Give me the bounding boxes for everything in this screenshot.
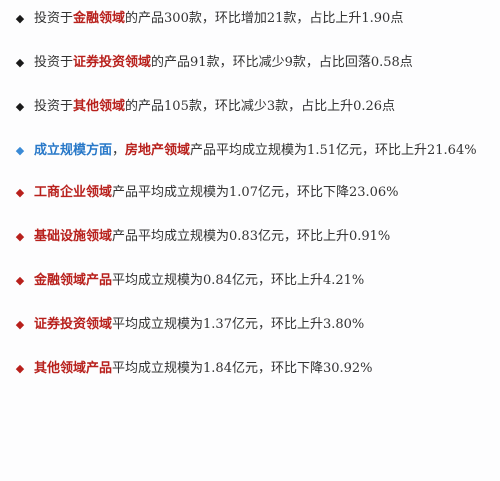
list-item: ◆ 成立规模方面，房地产领域产品平均成立规模为1.51亿元，环比上升21.64% [16,140,492,162]
document-page: ◆ 投资于金融领域的产品300款，环比增加21款，占比上升1.90点 ◆ 投资于… [0,0,500,481]
item-prefix: 投资于 [34,99,74,114]
item-highlight: 金融领域产品 [34,273,113,288]
list-item: ◆ 工商企业领域产品平均成立规模为1.07亿元，环比下降23.06% [16,182,492,204]
black-diamond-icon: ◆ [15,56,25,69]
list-item: ◆ 其他领域产品平均成立规模为1.84亿元，环比下降30.92% [16,358,492,380]
red-diamond-icon: ◆ [15,274,25,287]
red-diamond-icon: ◆ [15,362,25,375]
item-text: 平均成立规模为1.84亿元，环比下降30.92% [112,361,373,376]
red-diamond-icon: ◆ [15,186,25,199]
item-highlight: 证券投资领域 [34,317,113,332]
item-text: 平均成立规模为1.37亿元，环比上升3.80% [112,317,365,332]
item-text: 的产品105款，环比减少3款，占比上升0.26点 [125,99,396,114]
blue-diamond-icon: ◆ [15,144,25,157]
item-separator: ， [112,143,126,158]
list-item: ◆ 投资于其他领域的产品105款，环比减少3款，占比上升0.26点 [16,96,492,118]
list-item: ◆ 投资于金融领域的产品300款，环比增加21款，占比上升1.90点 [16,8,492,30]
black-diamond-icon: ◆ [15,100,25,113]
list-item: ◆ 证券投资领域平均成立规模为1.37亿元，环比上升3.80% [16,314,492,336]
list-item: ◆ 投资于证券投资领域的产品91款，环比减少9款，占比回落0.58点 [16,52,492,74]
item-prefix: 投资于 [34,11,74,26]
item-prefix: 投资于 [34,55,74,70]
item-highlight-blue: 成立规模方面 [34,143,113,158]
item-highlight: 金融领域 [73,11,126,26]
item-highlight: 基础设施领域 [34,229,113,244]
item-text: 产品平均成立规模为1.07亿元，环比下降23.06% [112,185,399,200]
item-highlight: 其他领域 [73,99,126,114]
black-diamond-icon: ◆ [15,12,25,25]
list-item: ◆ 基础设施领域产品平均成立规模为0.83亿元，环比上升0.91% [16,226,492,248]
item-highlight: 房地产领域 [125,143,191,158]
red-diamond-icon: ◆ [15,230,25,243]
item-highlight: 证券投资领域 [73,55,152,70]
item-highlight: 工商企业领域 [34,185,113,200]
item-text: 产品平均成立规模为0.83亿元，环比上升0.91% [112,229,391,244]
item-text: 的产品91款，环比减少9款，占比回落0.58点 [151,55,413,70]
item-text: 的产品300款，环比增加21款，占比上升1.90点 [125,11,404,26]
item-text: 产品平均成立规模为1.51亿元，环比上升21.64% [190,143,477,158]
list-item: ◆ 金融领域产品平均成立规模为0.84亿元，环比上升4.21% [16,270,492,292]
item-highlight: 其他领域产品 [34,361,113,376]
red-diamond-icon: ◆ [15,318,25,331]
item-text: 平均成立规模为0.84亿元，环比上升4.21% [112,273,365,288]
